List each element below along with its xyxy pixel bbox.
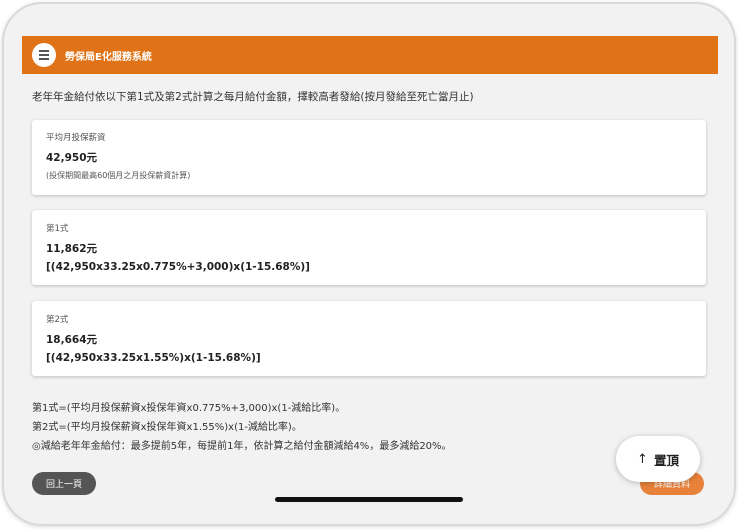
footnote-1: 第1式=(平均月投保薪資x投保年資x0.775%+3,000)x(1-減給比率)… <box>32 403 346 414</box>
scroll-to-top-button[interactable]: ↑ 置頂 <box>616 436 700 482</box>
card-formula: [(42,950x33.25x0.775%+3,000)x(1-15.68%)] <box>46 261 310 273</box>
home-indicator <box>275 497 463 502</box>
formula-1-card: 第1式 11,862元 [(42,950x33.25x0.775%+3,000)… <box>32 210 706 285</box>
card-label: 第2式 <box>46 315 69 325</box>
footnotes: 第1式=(平均月投保薪資x投保年資x0.775%+3,000)x(1-減給比率)… <box>32 399 452 456</box>
arrow-up-icon: ↑ <box>637 451 648 467</box>
footnote-2: 第2式=(平均月投保薪資x投保年資x1.55%)x(1-減給比率)。 <box>32 422 302 433</box>
card-formula: [(42,950x33.25x1.55%)x(1-15.68%)] <box>46 352 261 364</box>
scroll-to-top-label: 置頂 <box>653 452 679 468</box>
hamburger-menu-icon[interactable] <box>32 43 56 67</box>
footnote-3: ◎減給老年年金給付：最多提前5年，每提前1年，依計算之給付金額減給4%，最多減給… <box>32 441 452 452</box>
card-label: 第1式 <box>46 224 69 234</box>
average-salary-card: 平均月投保薪資 42,950元 (投保期間最高60個月之月投保薪資計算) <box>32 120 706 195</box>
card-value: 11,862元 <box>46 243 98 255</box>
formula-2-card: 第2式 18,664元 [(42,950x33.25x1.55%)x(1-15.… <box>32 301 706 376</box>
app-header: 勞保局E化服務系統 <box>22 36 718 74</box>
intro-text: 老年年金給付依以下第1式及第2式計算之每月給付金額，擇較高者發給(按月發給至死亡… <box>32 91 474 103</box>
back-button[interactable]: 回上一頁 <box>32 472 96 495</box>
header-title: 勞保局E化服務系統 <box>65 51 152 63</box>
card-value: 42,950元 <box>46 152 98 164</box>
app-screen: 勞保局E化服務系統 老年年金給付依以下第1式及第2式計算之每月給付金額，擇較高者… <box>22 36 718 506</box>
card-value: 18,664元 <box>46 334 98 346</box>
card-label: 平均月投保薪資 <box>46 133 106 143</box>
card-note: (投保期間最高60個月之月投保薪資計算) <box>46 171 191 180</box>
